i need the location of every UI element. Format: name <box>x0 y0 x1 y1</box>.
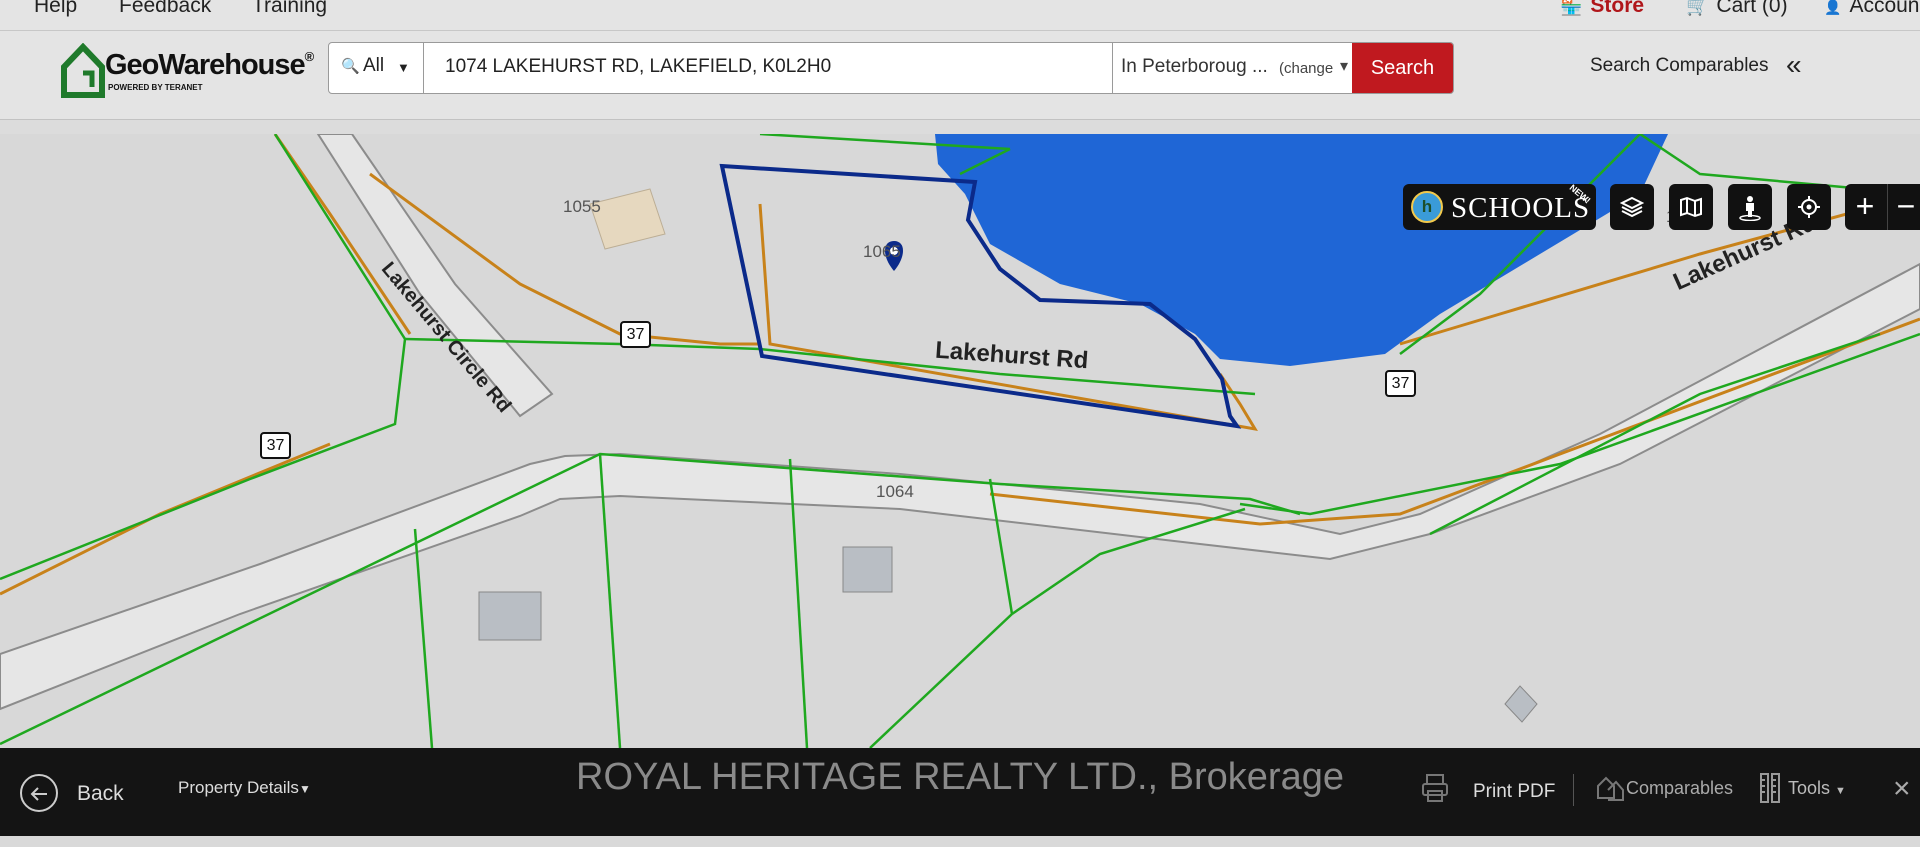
bottom-toolbar: Back Property Details▼ ROYAL HERITAGE RE… <box>0 748 1920 836</box>
lake-water <box>935 134 1668 366</box>
store-label: Store <box>1590 0 1645 17</box>
basemap-button[interactable] <box>1669 184 1713 230</box>
tools-label: Tools <box>1788 778 1831 798</box>
chevron-down-icon: ▼ <box>1835 785 1846 797</box>
schools-button[interactable]: h SCHOOLS NEW! <box>1403 182 1596 230</box>
layers-icon <box>1620 196 1644 218</box>
toolbar-divider <box>1573 774 1574 806</box>
parcel-label-1055: 1055 <box>563 197 601 216</box>
search-button[interactable]: Search <box>1352 43 1453 93</box>
feedback-link[interactable]: Feedback <box>119 0 211 18</box>
search-bar: 🔍 All ▼ 1074 LAKEHURST RD, LAKEFIELD, K0… <box>328 42 1454 94</box>
store-icon: 🏪 <box>1560 0 1583 16</box>
road-lakehurst <box>0 262 1920 711</box>
house-logo-icon <box>61 43 105 98</box>
building-east <box>1504 685 1538 723</box>
chevron-down-icon: ▼ <box>397 60 410 75</box>
zoom-controls: + − <box>1845 184 1920 230</box>
comparables-button[interactable]: Comparables <box>1596 778 1733 799</box>
zoom-in-button[interactable]: + <box>1845 184 1885 230</box>
schools-label: SCHOOLS <box>1451 192 1591 224</box>
account-icon: 👤 <box>1824 0 1842 15</box>
ruler-icon <box>1760 773 1780 803</box>
route-shield: 37 <box>1385 370 1416 397</box>
cart-link[interactable]: 🛒 Cart (0) <box>1686 0 1788 18</box>
route-shield: 37 <box>260 432 291 459</box>
region-selector[interactable]: In Peterboroug ... (change ▾ <box>1112 43 1353 93</box>
region-change-link[interactable]: (change <box>1279 60 1333 77</box>
search-scope-dropdown[interactable]: 🔍 All ▼ <box>329 43 424 93</box>
search-comparables-link[interactable]: Search Comparables <box>1590 55 1768 77</box>
account-link[interactable]: 👤 Accoun <box>1824 0 1919 18</box>
street-view-button[interactable] <box>1728 184 1772 230</box>
scope-value: All <box>363 55 385 76</box>
search-icon: 🔍 <box>341 58 360 75</box>
region-name: In Peterboroug ... <box>1121 56 1268 77</box>
building-1055 <box>589 188 666 250</box>
printer-icon[interactable] <box>1420 772 1450 804</box>
training-link[interactable]: Training <box>252 0 327 18</box>
close-icon[interactable]: × <box>1893 772 1911 806</box>
map-icon <box>1680 196 1702 218</box>
road-lakehurst-circle <box>316 134 554 418</box>
locate-icon <box>1798 196 1820 218</box>
top-nav: Help Feedback Training 🏪 Store 🛒 Cart (0) … <box>0 0 1920 31</box>
locate-button[interactable] <box>1787 184 1831 230</box>
help-link[interactable]: Help <box>34 0 77 18</box>
layers-button[interactable] <box>1610 184 1654 230</box>
route-shield: 37 <box>620 321 651 348</box>
tools-dropdown[interactable]: Tools ▼ <box>1788 778 1846 799</box>
search-input[interactable]: 1074 LAKEHURST RD, LAKEFIELD, K0L2H0 <box>445 56 831 78</box>
logo-subtext: POWERED BY TERANET <box>108 83 203 92</box>
parcel-label-1065: 1065 <box>863 242 901 261</box>
cart-icon: 🛒 <box>1686 0 1709 16</box>
logo-text: GeoWarehouse® <box>105 49 314 81</box>
print-pdf-button[interactable]: Print PDF <box>1473 781 1555 803</box>
bottom-strip <box>0 836 1920 847</box>
store-link[interactable]: 🏪 Store <box>1560 0 1644 18</box>
geowarehouse-logo[interactable]: GeoWarehouse® POWERED BY TERANET <box>58 41 318 103</box>
header-bar: GeoWarehouse® POWERED BY TERANET 🔍 All ▼… <box>0 31 1920 120</box>
building-1064 <box>842 546 893 593</box>
parcel-label-1064: 1064 <box>876 482 914 501</box>
account-label: Accoun <box>1849 0 1920 17</box>
double-chevron-left-icon[interactable]: « <box>1786 49 1802 81</box>
chevron-down-icon: ▾ <box>1340 58 1349 75</box>
schools-logo-icon: h <box>1411 191 1443 223</box>
cart-label: Cart (0) <box>1716 0 1788 17</box>
building-west <box>478 591 542 641</box>
street-view-icon <box>1739 196 1761 221</box>
zoom-out-button[interactable]: − <box>1887 184 1920 230</box>
